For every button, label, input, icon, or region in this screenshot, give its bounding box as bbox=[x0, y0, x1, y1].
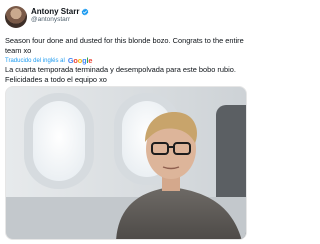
translate-label[interactable]: Traducido del inglés al bbox=[5, 58, 65, 64]
avatar[interactable] bbox=[5, 6, 27, 28]
google-logo: Google bbox=[67, 56, 93, 65]
tweet-text: Season four done and dusted for this blo… bbox=[5, 36, 244, 55]
airplane-selfie-illustration bbox=[6, 87, 246, 239]
handle[interactable]: @antonystarr bbox=[31, 16, 70, 24]
translate-link[interactable]: Traducido del inglés al Google bbox=[5, 56, 92, 65]
translated-text: La cuarta temporada terminada y desempol… bbox=[5, 65, 236, 84]
verified-badge-icon bbox=[82, 8, 89, 16]
tweet-media-image[interactable] bbox=[5, 86, 247, 240]
tweet-card[interactable]: Antony Starr @antonystarr Season four do… bbox=[0, 0, 250, 244]
